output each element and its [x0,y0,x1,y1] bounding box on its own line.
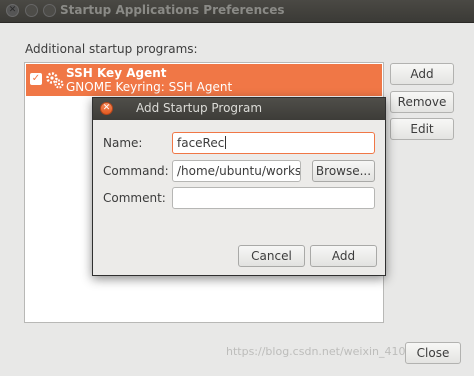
command-field[interactable]: /home/ubuntu/works [172,160,301,182]
close-button[interactable]: Close [405,342,461,364]
cancel-button[interactable]: Cancel [238,245,305,267]
enabled-checkbox[interactable]: ✓ [30,73,42,85]
edit-button[interactable]: Edit [390,118,454,140]
comment-field[interactable] [172,187,375,209]
comment-label: Comment: [103,191,166,205]
remove-button[interactable]: Remove [390,91,454,113]
command-value: /home/ubuntu/works [177,164,301,178]
add-button[interactable]: Add [390,63,454,85]
window-title: Startup Applications Preferences [60,3,285,17]
window-minimize-icon[interactable] [25,4,38,17]
name-label: Name: [103,136,143,150]
dialog-title: Add Startup Program [136,101,263,115]
name-field[interactable]: faceRec [172,132,375,154]
browse-button[interactable]: Browse... [312,160,375,182]
window-close-icon[interactable]: ✕ [6,4,19,17]
dialog-add-button[interactable]: Add [310,245,377,267]
gears-icon [46,72,64,89]
dialog-titlebar: ✕ Add Startup Program [93,98,385,120]
list-item[interactable]: ✓ SSH Key Agent GNOME Keyring: SSH Agent [26,64,382,96]
add-startup-program-dialog: ✕ Add Startup Program Name: faceRec Comm… [92,97,386,276]
window-titlebar: ✕ Startup Applications Preferences [0,0,474,23]
name-value: faceRec [177,136,225,150]
list-item-title: SSH Key Agent [66,66,167,80]
window-maximize-icon[interactable] [43,4,56,17]
list-item-subtitle: GNOME Keyring: SSH Agent [66,80,233,94]
dialog-close-icon[interactable]: ✕ [100,102,113,115]
section-label: Additional startup programs: [25,42,198,56]
command-label: Command: [103,164,169,178]
text-caret [225,136,227,149]
